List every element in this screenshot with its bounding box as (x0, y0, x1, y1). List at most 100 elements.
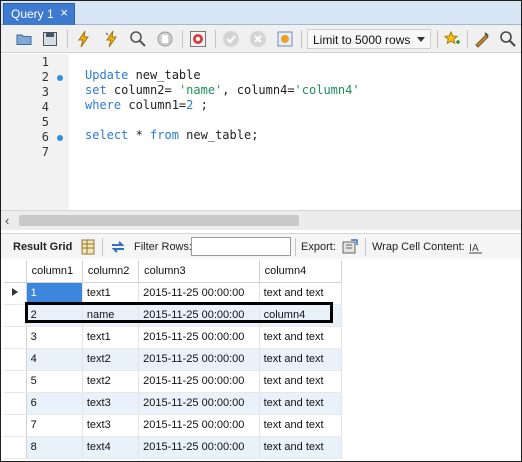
table-cell[interactable]: text3 (82, 414, 140, 437)
row-header[interactable] (4, 414, 27, 437)
table-cell[interactable]: column4 (259, 304, 343, 327)
refresh-icon[interactable] (109, 238, 127, 256)
table-cell[interactable]: 2015-11-25 00:00:00 (138, 436, 260, 459)
table-cell[interactable]: text and text (259, 392, 343, 415)
result-grid-label[interactable]: Result Grid (13, 241, 72, 253)
table-row[interactable]: 7 text3 2015-11-25 00:00:00 text and tex… (4, 414, 343, 437)
table-cell[interactable]: 6 (26, 392, 83, 415)
sql-editor[interactable]: 1 2 3 4 5 6 7 Update new_table set colum… (1, 54, 521, 210)
table-cell[interactable]: text and text (259, 326, 343, 349)
filter-rows-input[interactable] (191, 237, 291, 256)
limit-rows-value: Limit to 5000 rows (313, 33, 411, 47)
rollback-icon[interactable] (249, 30, 267, 48)
table-cell[interactable]: text1 (82, 326, 140, 349)
wrap-cell-label: Wrap Cell Content: (372, 241, 465, 253)
chevron-down-icon (417, 37, 425, 42)
scrollbar-thumb[interactable] (19, 215, 299, 226)
statement-marker-icon (57, 135, 63, 141)
table-cell[interactable]: 1 (26, 282, 83, 305)
tab-label: Query 1 (11, 7, 54, 21)
table-cell[interactable]: 4 (26, 348, 83, 371)
explain-icon[interactable] (129, 30, 147, 48)
table-cell[interactable]: name (82, 304, 140, 327)
table-row[interactable]: 5 text2 2015-11-25 00:00:00 text and tex… (4, 370, 343, 393)
code-line-3: set column2= 'name', column4='column4' (85, 83, 360, 97)
toggle-error-icon[interactable] (189, 30, 207, 48)
result-toolbar: Result Grid Filter Rows: Export: Wrap Ce… (1, 233, 521, 259)
row-header[interactable] (4, 436, 27, 459)
table-cell[interactable]: 3 (26, 326, 83, 349)
table-cell[interactable]: 2015-11-25 00:00:00 (138, 414, 260, 437)
code-line-6: select * from new_table; (85, 128, 259, 142)
code-line-2: Update new_table (85, 68, 201, 82)
stop-icon[interactable] (156, 30, 174, 48)
table-cell[interactable]: 7 (26, 414, 83, 437)
row-header[interactable] (4, 304, 27, 327)
table-cell[interactable]: 2015-11-25 00:00:00 (138, 392, 260, 415)
table-row[interactable]: 3 text1 2015-11-25 00:00:00 text and tex… (4, 326, 343, 349)
row-header[interactable] (4, 370, 27, 393)
execute-current-icon[interactable] (103, 30, 121, 48)
row-header[interactable] (4, 348, 27, 371)
result-grid-table: column1 column2 column3 column4 1 text1 … (4, 260, 343, 459)
table-row[interactable]: 8 text4 2015-11-25 00:00:00 text and tex… (4, 436, 343, 459)
statement-marker-icon (57, 75, 63, 81)
table-cell[interactable]: 2015-11-25 00:00:00 (138, 348, 260, 371)
table-cell[interactable]: text and text (259, 414, 343, 437)
table-cell[interactable]: text and text (259, 370, 343, 393)
find-icon[interactable] (499, 30, 517, 48)
table-row[interactable]: 6 text3 2015-11-25 00:00:00 text and tex… (4, 392, 343, 415)
table-cell[interactable]: text and text (259, 436, 343, 459)
row-header[interactable] (4, 392, 27, 415)
wrap-text-icon[interactable]: IA (467, 238, 485, 256)
autocommit-icon[interactable] (276, 30, 294, 48)
table-cell[interactable]: text and text (259, 348, 343, 371)
row-header[interactable] (4, 282, 27, 305)
editor-horizontal-scrollbar[interactable]: ‹ (1, 210, 521, 230)
table-cell[interactable]: text1 (82, 282, 140, 305)
table-cell[interactable]: 2015-11-25 00:00:00 (138, 282, 260, 305)
table-row[interactable]: 4 text2 2015-11-25 00:00:00 text and tex… (4, 348, 343, 371)
code-line-4: where column1=2 ; (85, 98, 208, 112)
export-icon[interactable] (341, 238, 359, 256)
open-folder-icon[interactable] (15, 30, 33, 48)
line-number: 5 (41, 115, 49, 129)
line-number: 6 (41, 130, 49, 144)
table-cell[interactable]: text2 (82, 348, 140, 371)
table-cell[interactable]: 2015-11-25 00:00:00 (138, 304, 260, 327)
table-cell[interactable]: 8 (26, 436, 83, 459)
grid-view-icon[interactable] (79, 238, 97, 256)
column-header[interactable]: column1 (26, 260, 83, 283)
query-toolbar: Limit to 5000 rows (1, 25, 521, 53)
table-cell[interactable]: 2 (26, 304, 83, 327)
table-cell[interactable]: 2015-11-25 00:00:00 (138, 370, 260, 393)
svg-text:IA: IA (469, 243, 479, 254)
row-header[interactable] (4, 326, 27, 349)
table-row[interactable]: 2 name 2015-11-25 00:00:00 column4 (4, 304, 343, 327)
table-cell[interactable]: 2015-11-25 00:00:00 (138, 326, 260, 349)
table-row[interactable]: 1 text1 2015-11-25 00:00:00 text and tex… (4, 282, 343, 305)
save-icon[interactable] (41, 30, 59, 48)
execute-icon[interactable] (75, 30, 93, 48)
limit-rows-select[interactable]: Limit to 5000 rows (307, 29, 431, 49)
column-header[interactable]: column3 (138, 260, 260, 283)
column-header[interactable]: column4 (259, 260, 343, 283)
header-row: column1 column2 column3 column4 (4, 260, 343, 283)
scroll-left-icon[interactable]: ‹ (5, 213, 9, 228)
bookmark-star-icon[interactable] (443, 30, 461, 48)
tab-query-1[interactable]: Query 1 × (3, 3, 75, 25)
current-row-arrow-icon (11, 288, 18, 296)
table-cell[interactable]: text and text (259, 282, 343, 305)
beautify-icon[interactable] (473, 30, 491, 48)
filter-rows-label: Filter Rows: (134, 241, 193, 253)
column-header[interactable]: column2 (82, 260, 140, 283)
row-header-corner (4, 260, 27, 283)
close-icon[interactable]: × (60, 6, 68, 20)
commit-icon[interactable] (222, 30, 240, 48)
table-cell[interactable]: text4 (82, 436, 140, 459)
table-cell[interactable]: text2 (82, 370, 140, 393)
line-number: 2 (41, 70, 49, 84)
table-cell[interactable]: text3 (82, 392, 140, 415)
export-label: Export: (301, 241, 336, 253)
table-cell[interactable]: 5 (26, 370, 83, 393)
